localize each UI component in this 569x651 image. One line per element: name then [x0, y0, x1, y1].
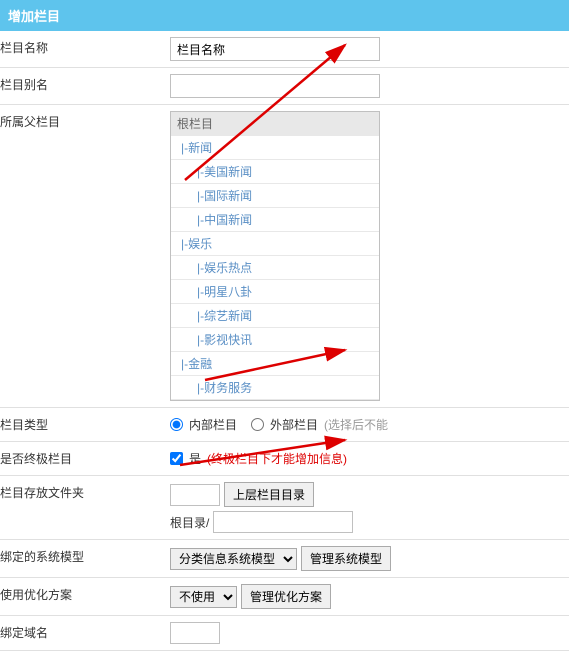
model-select[interactable]: 分类信息系统模型	[170, 548, 297, 570]
tree-item[interactable]: |-金融	[171, 352, 379, 376]
optimize-select[interactable]: 不使用	[170, 586, 237, 608]
folder-upper-input[interactable]	[170, 484, 220, 506]
label-column-name: 栏目名称	[0, 31, 170, 67]
label-model: 绑定的系统模型	[0, 540, 170, 577]
label-domain: 绑定域名	[0, 616, 170, 650]
terminal-hint: (终极栏目下才能增加信息)	[207, 450, 347, 467]
label-parent-column: 所属父栏目	[0, 105, 170, 407]
type-hint: (选择后不能	[324, 416, 388, 433]
radio-internal[interactable]	[170, 418, 183, 431]
radio-external-label: 外部栏目	[270, 416, 318, 433]
tree-item[interactable]: |-国际新闻	[171, 184, 379, 208]
panel-header: 增加栏目	[0, 0, 569, 31]
label-terminal: 是否终极栏目	[0, 442, 170, 475]
domain-input[interactable]	[170, 622, 220, 644]
label-optimize: 使用优化方案	[0, 578, 170, 615]
tree-item[interactable]: |-娱乐热点	[171, 256, 379, 280]
btn-upper-dir[interactable]: 上层栏目目录	[224, 482, 314, 507]
tree-root[interactable]: 根栏目	[171, 112, 379, 136]
column-name-input[interactable]	[170, 37, 380, 61]
tree-item[interactable]: |-影视快讯	[171, 328, 379, 352]
tree-item[interactable]: |-财务服务	[171, 376, 379, 400]
label-folder: 栏目存放文件夹	[0, 476, 170, 539]
tree-item[interactable]: |-娱乐	[171, 232, 379, 256]
tree-item[interactable]: |-明星八卦	[171, 280, 379, 304]
panel-title: 增加栏目	[8, 9, 60, 24]
column-alias-input[interactable]	[170, 74, 380, 98]
btn-manage-model[interactable]: 管理系统模型	[301, 546, 391, 571]
tree-item[interactable]: |-综艺新闻	[171, 304, 379, 328]
tree-item[interactable]: |-新闻	[171, 136, 379, 160]
label-column-type: 栏目类型	[0, 408, 170, 441]
label-column-alias: 栏目别名	[0, 68, 170, 104]
checkbox-terminal[interactable]	[170, 452, 183, 465]
checkbox-terminal-label: 是	[189, 450, 201, 467]
folder-root-prefix: 根目录/	[170, 514, 209, 531]
tree-item[interactable]: |-中国新闻	[171, 208, 379, 232]
radio-external[interactable]	[251, 418, 264, 431]
parent-tree[interactable]: 根栏目 |-新闻|-美国新闻|-国际新闻|-中国新闻|-娱乐|-娱乐热点|-明星…	[170, 111, 380, 401]
tree-item[interactable]: |-美国新闻	[171, 160, 379, 184]
folder-path-input[interactable]	[213, 511, 353, 533]
radio-internal-label: 内部栏目	[189, 416, 237, 433]
btn-manage-optimize[interactable]: 管理优化方案	[241, 584, 331, 609]
